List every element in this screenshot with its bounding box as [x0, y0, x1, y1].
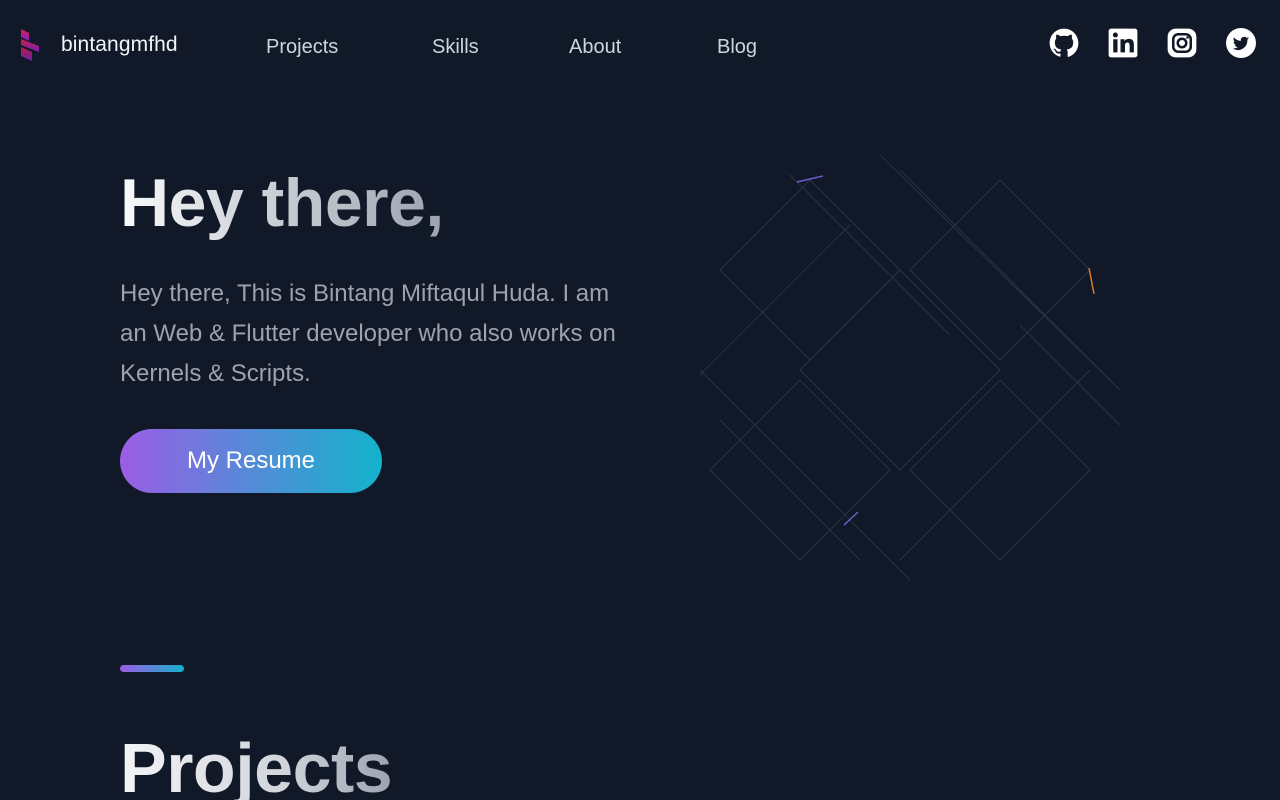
hero-title: Hey there, [120, 165, 444, 241]
brand-name: bintangmfhd [61, 33, 178, 56]
brand-link[interactable]: bintangmfhd [20, 28, 178, 62]
nav-link-skills[interactable]: Skills [432, 36, 479, 59]
hero-description: Hey there, This is Bintang Miftaqul Huda… [120, 280, 616, 387]
top-nav: bintangmfhd Projects Skills About Blog [0, 0, 1280, 96]
section-accent-bar [120, 665, 184, 672]
nav-link-blog[interactable]: Blog [717, 36, 757, 59]
nav-link-projects[interactable]: Projects [266, 36, 338, 59]
resume-button[interactable]: My Resume [120, 429, 382, 493]
instagram-icon[interactable] [1167, 28, 1197, 58]
decorative-grid-graphic [699, 154, 1121, 581]
twitter-icon[interactable] [1226, 28, 1256, 58]
nav-link-about[interactable]: About [569, 36, 621, 59]
logo-icon [21, 29, 39, 61]
projects-section-title: Projects [120, 728, 393, 800]
linkedin-icon[interactable] [1108, 28, 1138, 58]
page: bintangmfhd Projects Skills About Blog H… [0, 0, 1280, 800]
github-icon[interactable] [1049, 28, 1079, 58]
